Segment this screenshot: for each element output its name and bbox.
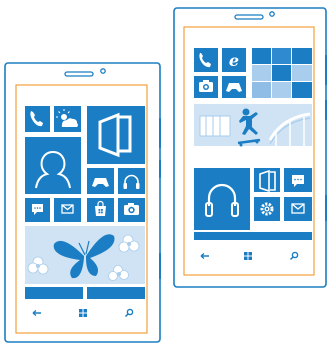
office-icon	[254, 168, 280, 193]
games-icon	[87, 168, 114, 194]
people-icon	[25, 137, 81, 194]
svg-text:e: e	[229, 51, 239, 70]
left-phone	[4, 62, 161, 343]
illustration: e	[0, 0, 327, 345]
mail-icon	[54, 198, 81, 222]
internet-explorer-icon: e	[222, 48, 246, 72]
store-icon	[87, 198, 114, 222]
office-icon	[87, 106, 145, 164]
right-phone: e	[173, 7, 327, 288]
skateboarder-image	[194, 104, 312, 154]
settings-icon	[254, 197, 280, 221]
messaging-icon	[284, 168, 312, 192]
phone-icon	[25, 106, 50, 132]
music-icon	[118, 168, 145, 194]
camera-icon	[118, 198, 145, 222]
music-icon	[194, 168, 250, 230]
mail-icon	[284, 197, 312, 221]
games-icon	[222, 76, 246, 98]
butterfly-image	[25, 226, 145, 286]
weather-icon	[54, 106, 81, 132]
photo-collage	[252, 48, 312, 98]
messaging-icon	[25, 198, 50, 222]
phone-icon	[194, 48, 218, 72]
camera-icon	[194, 76, 218, 98]
